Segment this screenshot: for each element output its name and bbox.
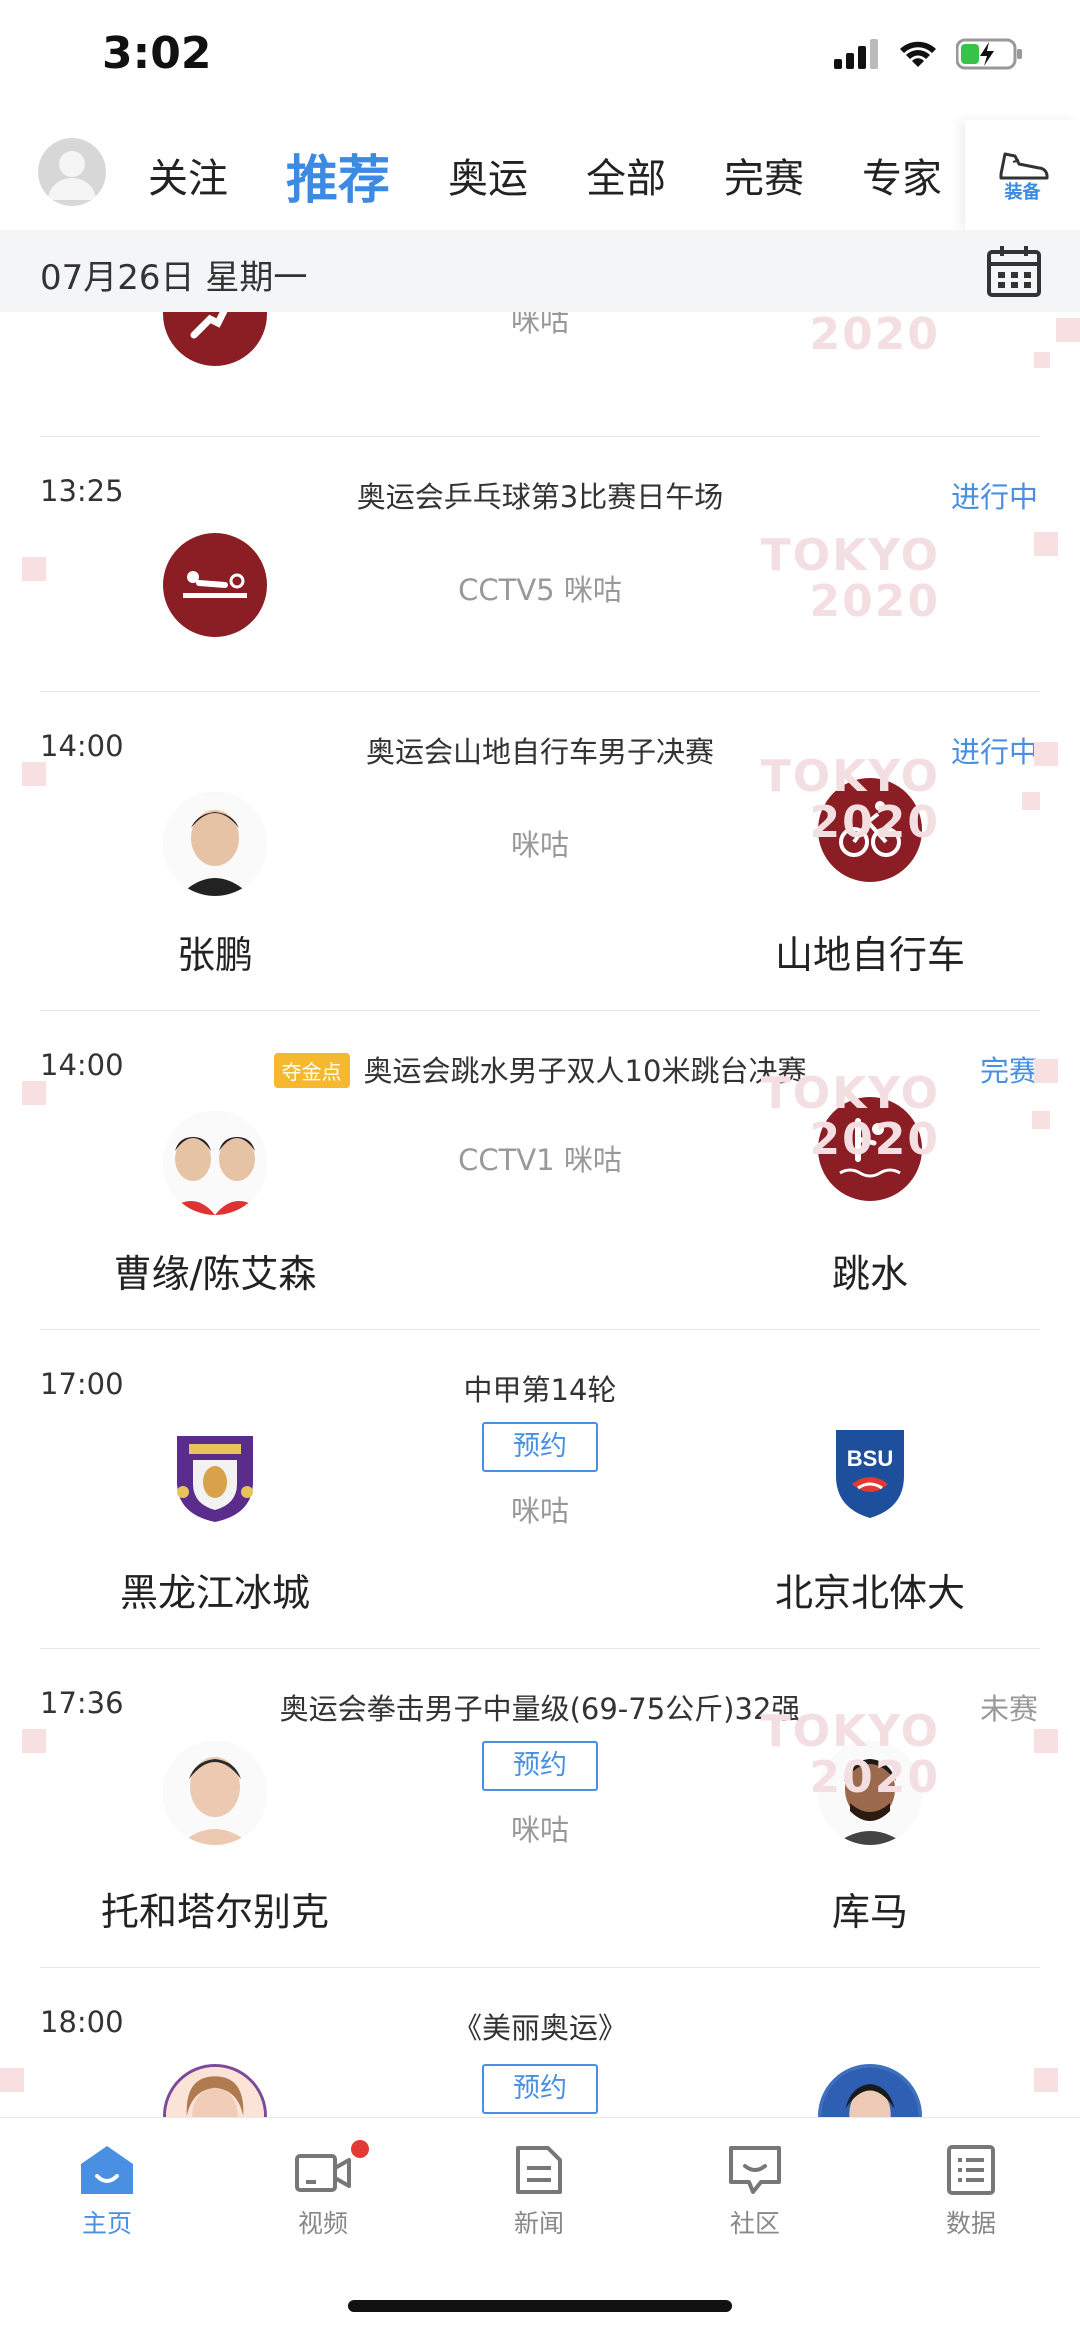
decor-square <box>1034 2068 1058 2092</box>
category-tabs: 关注 推荐 奥运 全部 完赛 专家 <box>148 120 1000 230</box>
athlete-name: 托和塔尔别克 <box>100 1890 329 1934</box>
sneaker-icon <box>999 152 1048 180</box>
match-title: 奥运会乒乓球第3比赛日午场 <box>356 480 724 514</box>
user-avatar[interactable] <box>38 138 106 206</box>
tab-finished[interactable]: 完赛 <box>724 146 804 204</box>
host-photo <box>818 2064 922 2117</box>
event-name: 山地自行车 <box>774 933 965 977</box>
decor-square <box>1034 1059 1058 1083</box>
status-icons <box>834 38 1024 70</box>
reserve-button[interactable]: 预约 <box>482 2064 598 2114</box>
nav-video-label: 视频 <box>297 2209 348 2238</box>
decor-square <box>1022 792 1040 810</box>
match-title: 《美丽奥运》 <box>452 2011 627 2045</box>
decor-square <box>22 762 46 786</box>
gear-label: 装备 <box>1004 182 1041 203</box>
calendar-icon[interactable] <box>986 244 1042 298</box>
nav-news-label: 新闻 <box>513 2209 564 2238</box>
status-time: 3:02 <box>102 28 212 79</box>
match-card[interactable]: 13:25 奥运会乒乓球第3比赛日午场 进行中 CCTV5 咪咕 TOKYO 20… <box>0 437 1080 691</box>
match-card[interactable]: 咪咕 2020 <box>0 312 1080 402</box>
nav-data-label: 数据 <box>945 2209 996 2238</box>
gear-button[interactable]: 装备 <box>965 120 1080 230</box>
data-list-icon <box>947 2145 995 2195</box>
decor-square <box>1034 742 1058 766</box>
nav-data[interactable]: 数据 <box>901 2144 1041 2240</box>
match-card[interactable]: 18:00 《美丽奥运》 预约 <box>0 1968 1080 2117</box>
match-card[interactable]: 17:36 奥运会拳击男子中量级(69-75公斤)32强 未赛 预约 咪咕 托和… <box>0 1649 1080 1967</box>
nav-home-label: 主页 <box>81 2209 132 2238</box>
status-bar: 3:02 <box>0 0 1080 120</box>
person-photo-icon <box>166 2067 264 2117</box>
host-photo <box>163 2064 267 2117</box>
signal-icon <box>834 39 878 69</box>
match-status: 未赛 <box>979 1692 1038 1726</box>
reserve-button[interactable]: 预约 <box>482 1422 598 1472</box>
event-name: 跳水 <box>831 1252 908 1296</box>
watermark-tokyo-2020: TOKYO 2020 <box>760 530 940 627</box>
watermark-tokyo-2020: TOKYO 2020 <box>760 1068 940 1165</box>
decor-square <box>1056 318 1080 342</box>
match-title: 中甲第14轮 <box>463 1373 617 1407</box>
video-icon <box>295 2154 351 2192</box>
person-photo-icon <box>821 2067 919 2117</box>
match-card[interactable]: 17:00 中甲第14轮 BSU 预约 咪咕 黑龙江冰城 北京北体大 <box>0 1330 1080 1648</box>
nav-community[interactable]: 社区 <box>685 2144 825 2240</box>
broadcast-channel: 咪咕 <box>510 1813 569 1847</box>
athlete-name: 张鹏 <box>176 933 253 977</box>
reserve-button[interactable]: 预约 <box>482 1741 598 1791</box>
home-icon <box>81 2146 133 2194</box>
decor-square <box>22 1081 46 1105</box>
news-icon <box>516 2146 562 2194</box>
tab-experts[interactable]: 专家 <box>862 146 942 204</box>
watermark-tokyo-2020: TOKYO 2020 <box>760 751 940 848</box>
match-list: 咪咕 2020 13:25 奥运会乒乓球第3比赛日午场 进行中 CCTV5 咪咕… <box>0 312 1080 2117</box>
nav-video[interactable]: 视频 <box>253 2140 393 2240</box>
chat-icon <box>729 2146 781 2194</box>
tab-olympics[interactable]: 奥运 <box>448 146 528 204</box>
app-screen: { "status_bar": { "time": "3:02" }, "top… <box>0 0 1080 2337</box>
notification-dot <box>351 2140 369 2158</box>
tab-recommend[interactable]: 推荐 <box>286 138 390 213</box>
athlete-name: 库马 <box>831 1890 908 1934</box>
decor-square <box>1034 532 1058 556</box>
wifi-icon <box>900 41 936 67</box>
match-card[interactable]: 14:00 奥运会山地自行车男子决赛 进行中 咪咕 张鹏 山地自行车 TOKYO… <box>0 692 1080 1010</box>
match-status: 进行中 <box>950 480 1038 514</box>
team-name-away: 北京北体大 <box>774 1571 965 1615</box>
match-status: 进行中 <box>950 735 1038 769</box>
nav-home[interactable]: 主页 <box>37 2144 177 2240</box>
athlete-name: 曹缘/陈艾森 <box>113 1252 317 1296</box>
match-title-text: 奥运会跳水男子双人10米跳台决赛 <box>363 1054 807 1088</box>
nav-community-label: 社区 <box>729 2209 780 2238</box>
home-indicator[interactable] <box>348 2300 732 2312</box>
decor-square <box>1034 1729 1058 1753</box>
decor-square <box>22 1729 46 1753</box>
team-name-home: 黑龙江冰城 <box>119 1571 310 1615</box>
battery-icon <box>956 38 1022 70</box>
tab-all[interactable]: 全部 <box>586 146 666 204</box>
nav-news[interactable]: 新闻 <box>469 2144 609 2240</box>
user-icon <box>48 151 96 200</box>
decor-square <box>1032 1111 1050 1129</box>
decor-square <box>22 557 46 581</box>
top-nav: 关注 推荐 奥运 全部 完赛 专家 装备 <box>0 120 1080 230</box>
gold-chance-badge: 夺金点 <box>273 1052 350 1088</box>
watermark-2020: 2020 <box>809 312 940 360</box>
decor-square <box>1034 352 1050 368</box>
match-status: 完赛 <box>979 1054 1038 1088</box>
broadcast-channel: 咪咕 <box>510 1494 569 1528</box>
match-card[interactable]: 14:00 夺金点 奥运会跳水男子双人10米跳台决赛 完赛 CCTV1 咪咕 曹… <box>0 1011 1080 1329</box>
watermark-tokyo-2020: TOKYO 2020 <box>760 1706 940 1803</box>
date-text: 07月26日 星期一 <box>40 258 308 298</box>
decor-square <box>0 2068 24 2092</box>
date-bar: 07月26日 星期一 <box>0 230 1080 312</box>
svg-text:BSU: BSU <box>847 1446 893 1471</box>
tab-follow[interactable]: 关注 <box>148 146 228 204</box>
